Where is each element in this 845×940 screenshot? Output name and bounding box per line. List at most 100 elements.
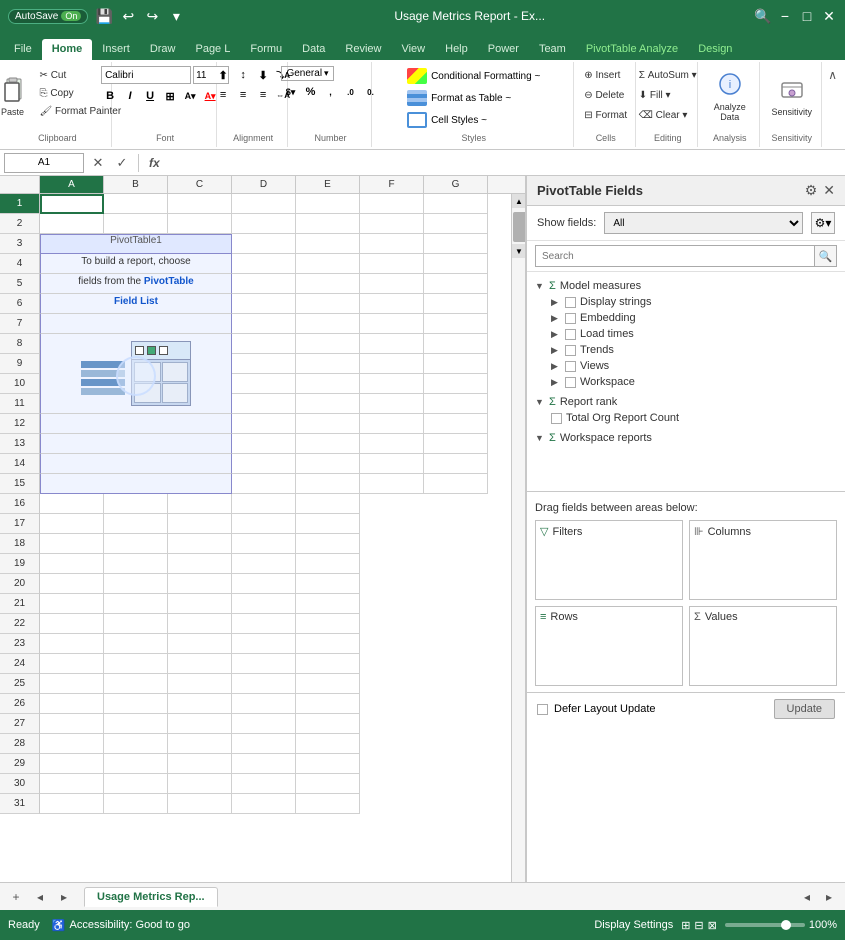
cell-a22[interactable] <box>40 614 104 634</box>
cell-g11[interactable] <box>424 394 488 414</box>
row-num-9[interactable]: 9 <box>0 354 40 374</box>
col-header-g[interactable]: G <box>424 176 488 194</box>
cell-a14[interactable] <box>40 454 232 474</box>
cell-g14[interactable] <box>424 454 488 474</box>
row-num-18[interactable]: 18 <box>0 534 40 554</box>
cell-d22[interactable] <box>104 614 168 634</box>
cell-a23[interactable] <box>40 634 104 654</box>
cell-f10[interactable] <box>360 374 424 394</box>
col-header-c[interactable]: C <box>168 176 232 194</box>
cell-e21[interactable] <box>168 594 232 614</box>
tab-data[interactable]: Data <box>292 39 335 60</box>
cell-f17[interactable] <box>232 514 296 534</box>
pivot-close-button[interactable]: ✕ <box>823 182 835 199</box>
field-total-org-report-count[interactable]: Total Org Report Count <box>535 410 837 426</box>
border-button[interactable]: ⊞ <box>161 87 179 105</box>
cell-e17[interactable] <box>168 514 232 534</box>
tab-power[interactable]: Power <box>478 39 529 60</box>
model-measures-header[interactable]: ▼ Σ Model measures <box>535 278 837 294</box>
embedding-checkbox[interactable] <box>565 313 576 324</box>
field-load-times[interactable]: ▶ Load times <box>535 326 837 342</box>
cell-g13[interactable] <box>424 434 488 454</box>
tab-help[interactable]: Help <box>435 39 478 60</box>
cell-e8[interactable] <box>296 334 360 354</box>
cell-f1[interactable] <box>360 194 424 214</box>
italic-button[interactable]: I <box>121 87 139 105</box>
cell-f22[interactable] <box>232 614 296 634</box>
cell-g8[interactable] <box>424 334 488 354</box>
cell-g22[interactable] <box>296 614 360 634</box>
update-button[interactable]: Update <box>774 699 835 719</box>
row-num-21[interactable]: 21 <box>0 594 40 614</box>
cell-g31[interactable] <box>296 794 360 814</box>
sensitivity-button[interactable]: Sensitivity <box>770 66 814 124</box>
cell-g26[interactable] <box>296 694 360 714</box>
filters-zone[interactable]: ▽ Filters <box>535 520 683 600</box>
cell-e14[interactable] <box>296 454 360 474</box>
trends-checkbox[interactable] <box>565 345 576 356</box>
decrease-decimal-button[interactable]: .0 <box>341 83 359 101</box>
cell-d27[interactable] <box>104 714 168 734</box>
fill-button[interactable]: ⬇ Fill ▾ <box>636 86 674 104</box>
scroll-up-button[interactable]: ▲ <box>512 194 525 208</box>
redo-button[interactable]: ↪ <box>144 8 160 24</box>
align-top-button[interactable]: ⬆ <box>214 66 232 84</box>
cell-g6[interactable] <box>424 294 488 314</box>
cell-g1[interactable] <box>424 194 488 214</box>
cell-g29[interactable] <box>296 754 360 774</box>
cell-d19[interactable] <box>104 554 168 574</box>
cell-f19[interactable] <box>232 554 296 574</box>
tab-insert[interactable]: Insert <box>92 39 140 60</box>
report-rank-header[interactable]: ▼ Σ Report rank <box>535 394 837 410</box>
show-fields-dropdown[interactable]: All <box>604 212 803 234</box>
cell-d4[interactable] <box>232 254 296 274</box>
cell-d29[interactable] <box>104 754 168 774</box>
cell-e29[interactable] <box>168 754 232 774</box>
conditional-formatting-button[interactable]: Conditional Formatting ~ <box>403 66 544 86</box>
cell-g2[interactable] <box>424 214 488 234</box>
row-num-8[interactable]: 8 <box>0 334 40 354</box>
cell-f5[interactable] <box>360 274 424 294</box>
cell-f14[interactable] <box>360 454 424 474</box>
cell-a16[interactable] <box>40 494 104 514</box>
page-layout-view-icon[interactable]: ⊟ <box>694 919 703 932</box>
row-num-28[interactable]: 28 <box>0 734 40 754</box>
cell-e18[interactable] <box>168 534 232 554</box>
underline-button[interactable]: U <box>141 87 159 105</box>
rows-zone[interactable]: ≡ Rows <box>535 606 683 686</box>
format-cells-button[interactable]: ⊟ Format <box>581 106 630 124</box>
save-button[interactable]: 💾 <box>96 8 112 24</box>
cell-b2[interactable] <box>104 214 168 234</box>
cell-c2[interactable] <box>168 214 232 234</box>
cell-e16[interactable] <box>168 494 232 514</box>
cell-e13[interactable] <box>296 434 360 454</box>
row-num-12[interactable]: 12 <box>0 414 40 434</box>
cell-g25[interactable] <box>296 674 360 694</box>
cell-g4[interactable] <box>424 254 488 274</box>
cell-a17[interactable] <box>40 514 104 534</box>
cell-f31[interactable] <box>232 794 296 814</box>
formula-cancel-button[interactable]: ✕ <box>88 153 108 173</box>
row-num-5[interactable]: 5 <box>0 274 40 294</box>
cell-a26[interactable] <box>40 694 104 714</box>
cell-f9[interactable] <box>360 354 424 374</box>
cell-d17[interactable] <box>104 514 168 534</box>
columns-zone[interactable]: ⊪ Columns <box>689 520 837 600</box>
autosave-toggle[interactable]: AutoSave On <box>8 9 88 24</box>
row-num-23[interactable]: 23 <box>0 634 40 654</box>
cell-a2[interactable] <box>40 214 104 234</box>
insert-cells-button[interactable]: ⊕ Insert <box>581 66 623 84</box>
search-button[interactable]: 🔍 <box>755 8 771 24</box>
cell-a8-img[interactable] <box>40 334 232 414</box>
cell-e23[interactable] <box>168 634 232 654</box>
cell-f20[interactable] <box>232 574 296 594</box>
paste-button[interactable]: Paste <box>0 66 35 124</box>
cell-a29[interactable] <box>40 754 104 774</box>
col-header-e[interactable]: E <box>296 176 360 194</box>
row-num-26[interactable]: 26 <box>0 694 40 714</box>
cell-styles-button[interactable]: Cell Styles ~ <box>403 110 491 130</box>
cell-e12[interactable] <box>296 414 360 434</box>
clear-button[interactable]: ⌫ Clear ▾ <box>636 106 691 124</box>
cell-f21[interactable] <box>232 594 296 614</box>
cell-e10[interactable] <box>296 374 360 394</box>
